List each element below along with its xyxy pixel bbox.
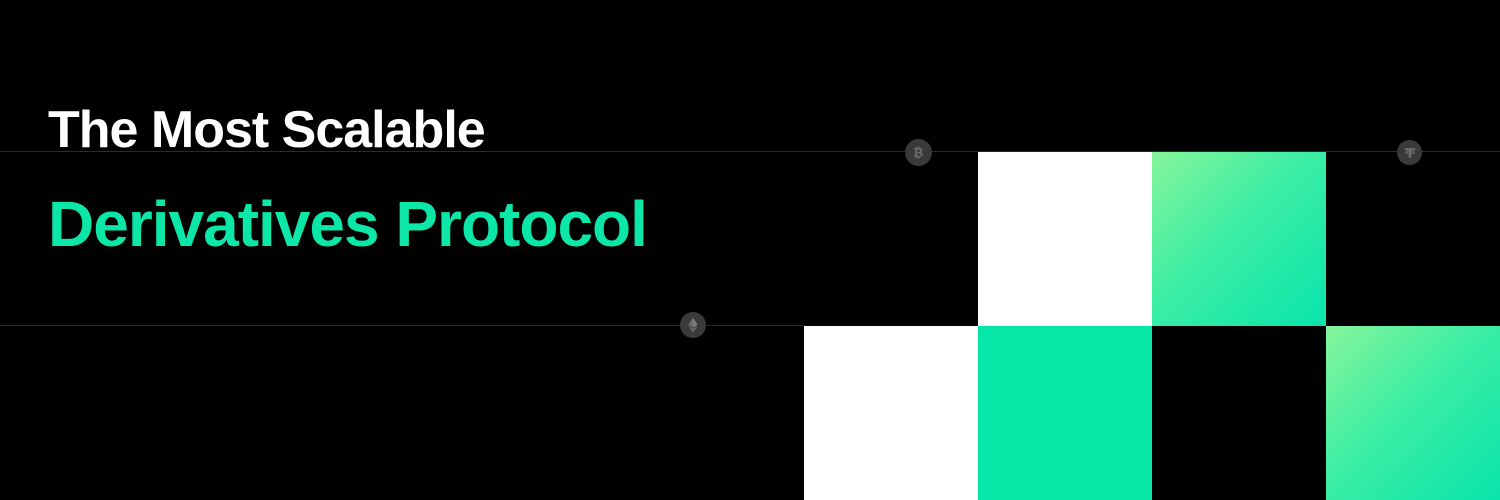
gradient-tile-lower (1326, 326, 1500, 500)
ethereum-icon (680, 312, 706, 338)
white-tile-upper (978, 152, 1152, 326)
headline-line-1: The Most Scalable (48, 101, 486, 159)
bitcoin-icon (905, 139, 932, 166)
headline-line-2: Derivatives Protocol (48, 188, 648, 260)
white-tile-lower (804, 326, 978, 500)
hero-banner: The Most Scalable Derivatives Protocol (0, 0, 1500, 500)
green-tile-lower (978, 326, 1152, 500)
gradient-tile-upper (1152, 152, 1326, 326)
tether-icon (1397, 140, 1422, 165)
